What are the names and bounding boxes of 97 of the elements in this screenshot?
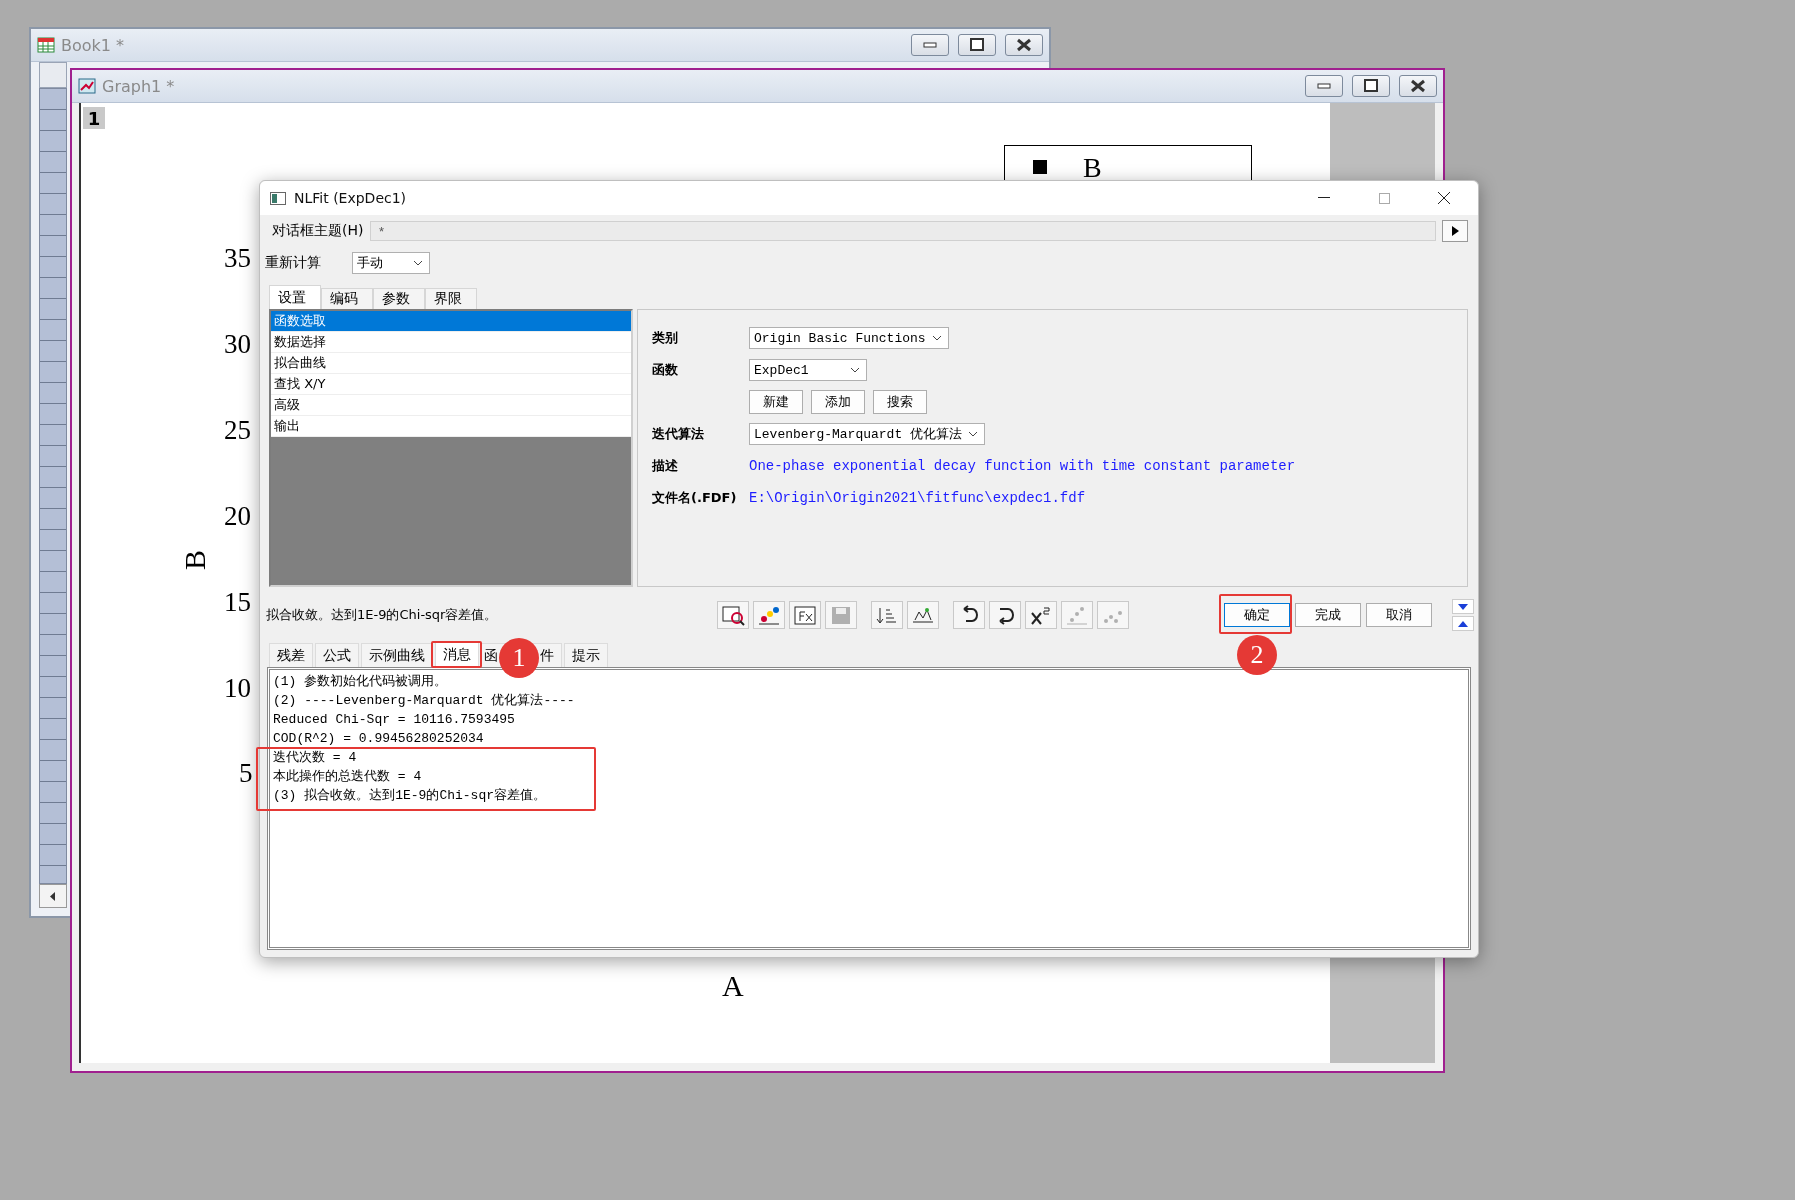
message-line: COD(R^2) = 0.99456280252034 — [273, 730, 485, 748]
axis-title: B — [178, 550, 212, 570]
list-item[interactable]: 函数选取 — [271, 311, 631, 332]
minimize-icon — [1318, 197, 1330, 199]
field-label: 文件名(.FDF) — [652, 489, 738, 507]
tab[interactable]: 界限 — [425, 288, 477, 309]
close-icon — [1438, 192, 1450, 204]
list-item[interactable]: 数据选择 — [271, 332, 631, 353]
axis-title: A — [722, 969, 744, 1002]
close-icon — [1409, 79, 1427, 93]
window-title: Graph1 * — [102, 76, 175, 96]
minimize-button[interactable] — [1305, 75, 1343, 97]
dropdown[interactable]: 手动 — [352, 252, 430, 274]
axis-tick-label: 30 — [224, 329, 251, 359]
tab[interactable]: 参数 — [373, 288, 425, 309]
layer-tag[interactable]: 1 — [83, 107, 105, 129]
tab[interactable]: 示例曲线 — [361, 643, 433, 667]
minimize-icon — [922, 41, 938, 49]
down-triangle-icon — [1458, 603, 1468, 610]
toolbar-button[interactable] — [717, 601, 749, 629]
axis-tick-label: 5 — [239, 758, 253, 788]
up-triangle-icon — [1458, 620, 1468, 627]
info-text: E:\Origin\Origin2021\fitfunc\expdec1.fdf — [749, 490, 1086, 506]
field-label: 对话框主题(H) — [272, 222, 365, 240]
maximize-button[interactable] — [1352, 75, 1390, 97]
magnifier-icon — [720, 603, 746, 627]
tab[interactable]: 残差 — [269, 643, 313, 667]
maximize-icon — [1363, 79, 1379, 93]
caret-icon — [968, 431, 979, 437]
graph-icon — [78, 78, 96, 94]
close-icon — [1015, 38, 1033, 52]
maximize-button[interactable] — [958, 34, 996, 56]
field-label: 迭代算法 — [652, 425, 705, 443]
play-icon — [1451, 226, 1459, 236]
minimize-icon — [1316, 82, 1332, 90]
maximize-icon — [1378, 192, 1390, 204]
info-text: One-phase exponential decay function with time constant parameter — [749, 458, 1296, 474]
field-label: 描述 — [652, 457, 679, 475]
function-icon — [792, 603, 818, 627]
caret-icon — [413, 260, 423, 266]
field-label: 函数 — [652, 361, 679, 379]
dropdown[interactable]: Origin Basic Functions — [749, 327, 949, 349]
toolbar-button[interactable] — [989, 601, 1021, 629]
axis-tick-label: 35 — [224, 243, 251, 273]
caret-icon — [931, 335, 942, 341]
window-icon — [270, 191, 286, 205]
tab[interactable]: 设置 — [269, 285, 321, 309]
message-line: 本此操作的总迭代数 = 4 — [273, 768, 423, 786]
message-line: Reduced Chi-Sqr = 10116.7593495 — [273, 711, 516, 729]
action-button[interactable]: 新建 — [749, 390, 803, 414]
close-button[interactable] — [1399, 75, 1437, 97]
list-item[interactable]: 查找 X/Y — [271, 374, 631, 395]
dialog-button[interactable]: 完成 — [1295, 603, 1361, 627]
close-button[interactable] — [1005, 34, 1043, 56]
maximize-icon — [969, 38, 985, 52]
highlight-box — [431, 641, 482, 668]
legend-symbol — [1033, 160, 1047, 174]
axis-tick-label: 10 — [224, 673, 251, 703]
corner-cell — [39, 62, 67, 88]
toolbar-button[interactable] — [953, 601, 985, 629]
toolbar-button[interactable] — [1025, 601, 1057, 629]
caret-icon — [850, 367, 860, 373]
scroll-left-button[interactable] — [39, 884, 67, 908]
dialog-button[interactable]: 取消 — [1366, 603, 1432, 627]
message-line: 迭代次数 = 4 — [273, 749, 358, 767]
status-text: 拟合收敛。达到1E-9的Chi-sqr容差值。 — [266, 606, 499, 624]
collapse-button[interactable] — [1452, 599, 1474, 614]
axis-tick-label: 20 — [224, 501, 251, 531]
axis-tick-label: 25 — [224, 415, 251, 445]
tab[interactable]: 公式 — [315, 643, 359, 667]
dialog-button[interactable]: 确定 — [1224, 603, 1290, 627]
dialog-title: NLFit (ExpDec1) — [294, 190, 407, 206]
dropdown[interactable]: ExpDec1 — [749, 359, 867, 381]
dropdown[interactable]: Levenberg-Marquardt 优化算法 — [749, 423, 986, 445]
arrow-button[interactable] — [1442, 220, 1468, 242]
minimize-button[interactable] — [911, 34, 949, 56]
spreadsheet-icon — [37, 37, 55, 53]
theme-field[interactable]: * — [370, 221, 1436, 241]
left-arrow-icon — [50, 891, 56, 901]
toolbar-button[interactable] — [907, 601, 939, 629]
message-line: (3) 拟合收敛。达到1E-9的Chi-sqr容差值。 — [273, 787, 548, 805]
list-item[interactable]: 输出 — [271, 416, 631, 437]
list-item[interactable]: 高级 — [271, 395, 631, 416]
action-button[interactable]: 搜索 — [873, 390, 927, 414]
field-label: 重新计算 — [265, 254, 322, 272]
tab[interactable]: 编码 — [321, 288, 373, 309]
legend-label: B — [1083, 152, 1102, 184]
expand-button[interactable] — [1452, 616, 1474, 631]
action-button[interactable]: 添加 — [811, 390, 865, 414]
window-title: Book1 * — [61, 35, 125, 55]
tab[interactable]: 提示 — [564, 643, 609, 667]
message-line: (2) ----Levenberg-Marquardt 优化算法---- — [273, 692, 576, 710]
tab[interactable]: 消息 — [435, 641, 479, 667]
list-item[interactable]: 拟合曲线 — [271, 353, 631, 374]
axis-tick-label: 15 — [224, 587, 251, 617]
field-label: 类别 — [652, 329, 679, 347]
message-line: (1) 参数初始化代码被调用。 — [273, 673, 449, 691]
